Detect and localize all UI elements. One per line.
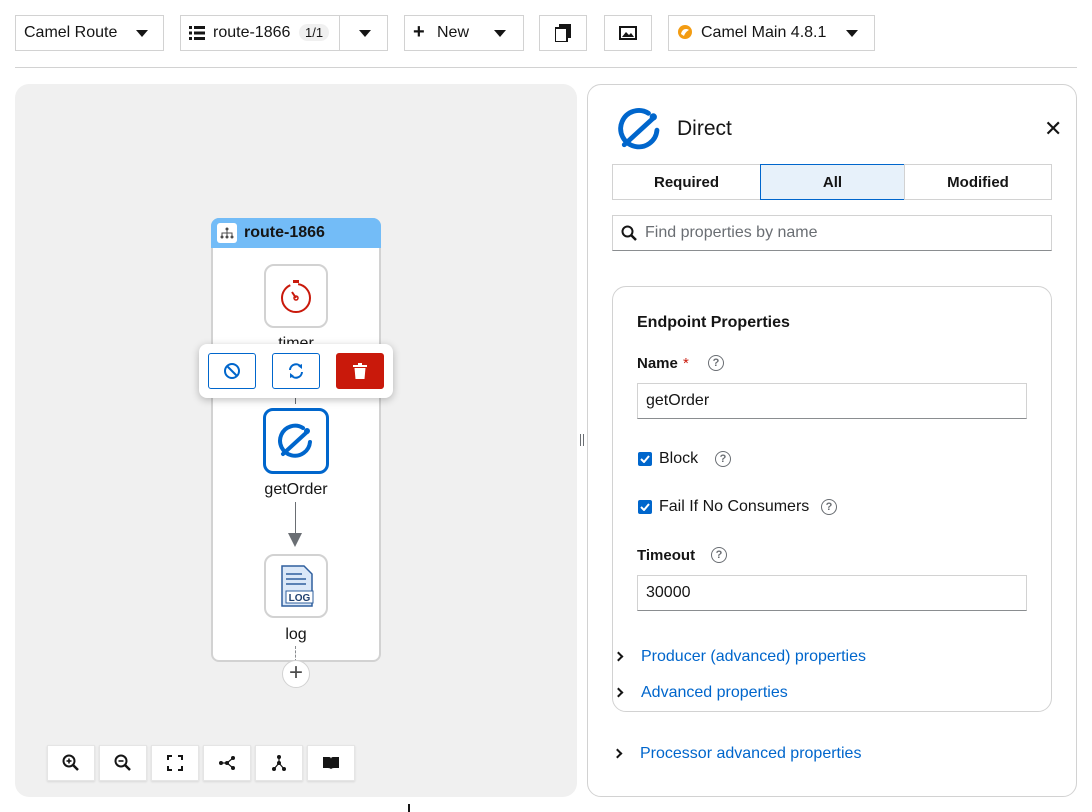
fit-icon <box>167 755 183 771</box>
close-icon[interactable]: ✕ <box>1044 116 1062 142</box>
top-toolbar: Camel Route route-1866 1/1 + New Camel M… <box>0 0 1092 68</box>
timer-icon <box>281 280 311 313</box>
route-header[interactable]: route-1866 <box>211 218 381 248</box>
help-icon[interactable]: ? <box>708 355 724 371</box>
resize-handle[interactable] <box>580 434 584 446</box>
route-select-label: route-1866 <box>213 24 291 41</box>
cursor-marker <box>408 804 410 812</box>
copy-button[interactable] <box>539 15 587 51</box>
fail-if-no-consumers-label: Fail If No Consumers <box>659 498 810 515</box>
help-icon[interactable]: ? <box>711 547 727 563</box>
direct-icon <box>278 423 312 458</box>
vertical-layout-button[interactable] <box>255 745 303 781</box>
runtime-select[interactable]: Camel Main 4.8.1 <box>668 15 875 51</box>
integration-type-label: Camel Route <box>24 24 118 41</box>
search-icon <box>621 225 637 241</box>
help-icon[interactable]: ? <box>715 451 731 467</box>
block-checkbox[interactable] <box>638 452 652 466</box>
log-node[interactable]: LOG <box>264 554 328 618</box>
chevron-down-icon[interactable] <box>359 30 371 37</box>
ban-icon <box>224 363 240 379</box>
horizontal-layout-button[interactable] <box>203 745 251 781</box>
tab-all[interactable]: All <box>760 164 905 200</box>
log-label: log <box>285 626 307 643</box>
divider <box>339 16 340 50</box>
direct-icon <box>618 108 660 150</box>
list-icon <box>189 26 205 40</box>
disable-step-button[interactable] <box>208 353 256 389</box>
new-route-button[interactable]: + New <box>404 15 524 51</box>
route-select[interactable]: route-1866 1/1 <box>180 15 388 51</box>
getorder-node[interactable] <box>263 408 329 474</box>
timeout-label: Timeout <box>637 547 696 564</box>
zoom-in-icon <box>62 754 79 771</box>
plus-icon: + <box>288 659 303 686</box>
edge-arrow <box>288 533 302 547</box>
copy-icon <box>555 24 571 42</box>
delete-step-button[interactable] <box>336 353 384 389</box>
name-field[interactable] <box>637 383 1027 419</box>
check-icon <box>640 503 650 511</box>
chevron-down-icon <box>494 30 506 37</box>
edge <box>295 502 296 534</box>
help-icon[interactable]: ? <box>821 499 837 515</box>
block-label: Block <box>659 450 699 467</box>
processor-advanced-toggle[interactable]: Processor advanced properties <box>640 745 861 763</box>
timer-node[interactable] <box>264 264 328 328</box>
property-search[interactable] <box>612 215 1052 251</box>
export-image-button[interactable] <box>604 15 652 51</box>
section-title: Endpoint Properties <box>637 314 790 331</box>
search-input[interactable] <box>645 224 1025 242</box>
route-icon <box>217 223 237 243</box>
advanced-properties-toggle[interactable]: Advanced properties <box>641 684 788 702</box>
horizontal-layout-icon <box>219 756 235 770</box>
svg-text:LOG: LOG <box>289 593 311 604</box>
route-count-badge: 1/1 <box>299 24 330 41</box>
add-step-button[interactable]: + <box>282 660 310 688</box>
node-toolbar <box>199 344 393 398</box>
timeout-input[interactable] <box>646 584 1016 602</box>
fit-to-screen-button[interactable] <box>151 745 199 781</box>
route-name: route-1866 <box>244 224 325 241</box>
camel-icon <box>678 25 692 39</box>
zoom-out-icon <box>114 754 131 771</box>
getorder-label: getOrder <box>264 481 328 498</box>
log-icon: LOG <box>281 565 314 607</box>
integration-type-select[interactable]: Camel Route <box>15 15 164 51</box>
chevron-down-icon <box>136 30 148 37</box>
replace-step-button[interactable] <box>272 353 320 389</box>
sync-icon <box>289 363 303 379</box>
panel-title: Direct <box>677 117 732 140</box>
vertical-layout-icon <box>272 755 286 771</box>
zoom-out-button[interactable] <box>99 745 147 781</box>
chevron-down-icon <box>846 30 858 37</box>
tab-modified[interactable]: Modified <box>904 164 1052 200</box>
check-icon <box>640 455 650 463</box>
fail-if-no-consumers-checkbox[interactable] <box>638 500 652 514</box>
legend-button[interactable] <box>307 745 355 781</box>
plus-icon: + <box>413 21 425 43</box>
trash-icon <box>353 363 367 379</box>
zoom-in-button[interactable] <box>47 745 95 781</box>
name-input[interactable] <box>646 392 1016 410</box>
runtime-label: Camel Main 4.8.1 <box>701 24 827 41</box>
image-icon <box>619 26 637 40</box>
new-label: New <box>437 24 470 41</box>
producer-advanced-toggle[interactable]: Producer (advanced) properties <box>641 648 866 666</box>
tab-required[interactable]: Required <box>612 164 761 200</box>
toolbar-divider <box>15 67 1077 68</box>
name-label: Name <box>637 355 678 372</box>
timeout-field[interactable] <box>637 575 1027 611</box>
legend-icon <box>323 757 339 769</box>
edge <box>295 398 296 404</box>
required-marker: * <box>683 355 689 372</box>
